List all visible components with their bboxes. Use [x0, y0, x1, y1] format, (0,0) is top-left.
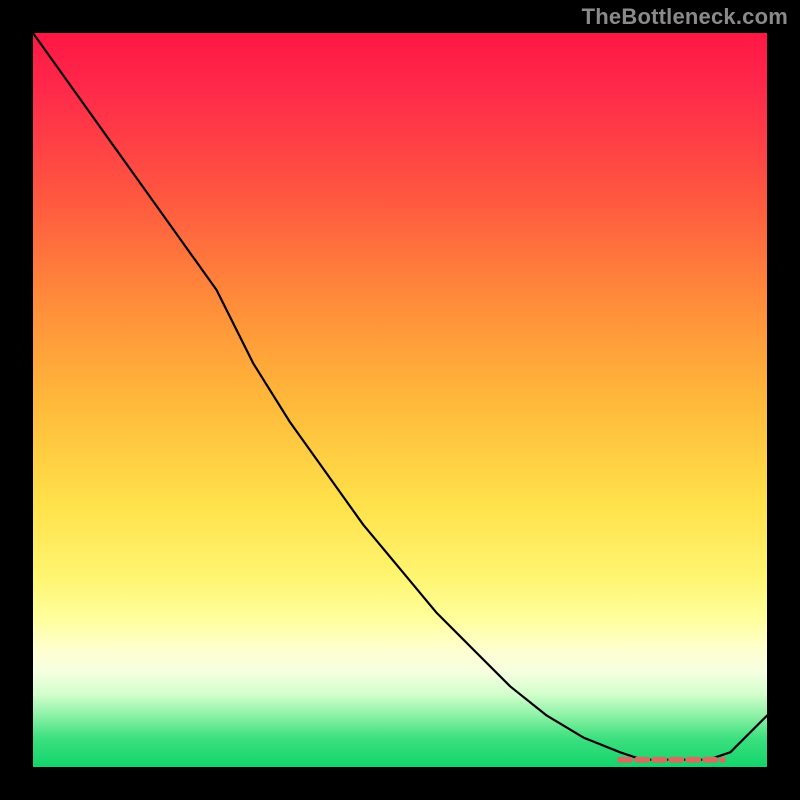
curve-svg [33, 33, 767, 767]
chart-frame: TheBottleneck.com [0, 0, 800, 800]
main-curve [33, 33, 767, 760]
watermark-text: TheBottleneck.com [582, 4, 788, 30]
plot-area [33, 33, 767, 767]
